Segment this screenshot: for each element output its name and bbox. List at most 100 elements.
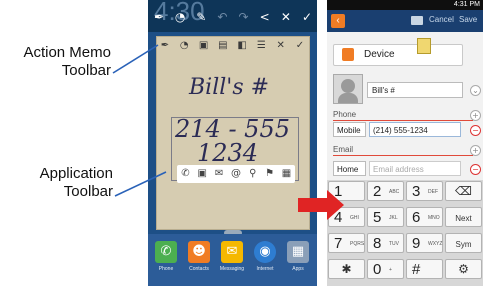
gear-icon: ⚙ xyxy=(458,262,469,276)
label-line-1: Action Memo xyxy=(23,44,111,61)
save-button[interactable]: Save xyxy=(459,15,477,24)
dock-item-apps[interactable]: ▦ Apps xyxy=(282,241,314,272)
email-address-field[interactable]: Email address xyxy=(369,161,461,176)
section-divider xyxy=(333,120,473,121)
key-6[interactable]: 6 MNO xyxy=(406,207,443,227)
device-icon xyxy=(342,48,354,61)
remove-phone-icon[interactable]: − xyxy=(470,125,481,136)
key-7[interactable]: 7 PQRS xyxy=(328,233,365,253)
redo-icon[interactable]: ↷ xyxy=(237,10,251,24)
account-selector[interactable]: Device xyxy=(333,44,463,66)
status-bar: 4:31 PM xyxy=(327,0,483,10)
back-icon[interactable]: ‹ xyxy=(331,14,345,28)
account-label: Device xyxy=(364,49,395,60)
contact-photo[interactable] xyxy=(333,74,363,104)
memo-icon[interactable]: ▤ xyxy=(217,40,229,52)
list-icon[interactable]: ☰ xyxy=(255,40,267,52)
pencil-icon[interactable]: ✎ xyxy=(194,10,208,24)
action-memo-toolbar-label: Action Memo Toolbar xyxy=(0,44,111,80)
app-dock: ✆ Phone ☻ Contacts ✉ Messaging ◉ Interne… xyxy=(148,234,317,286)
check-icon[interactable]: ✓ xyxy=(294,40,306,52)
name-field[interactable]: Bill's # xyxy=(367,82,463,98)
top-bar: 4:30 ✒ ◔ ✎ ↶ ↷ < ✕ ✓ xyxy=(148,0,317,32)
key-main: 3 xyxy=(412,183,421,200)
dock-item-internet[interactable]: ◉ Internet xyxy=(249,241,281,272)
key-5[interactable]: 5 JKL xyxy=(367,207,404,227)
key-main: 9 xyxy=(412,235,421,252)
key-hash[interactable]: # xyxy=(406,259,443,279)
key-9[interactable]: 9 WXYZ xyxy=(406,233,443,253)
contacts-icon[interactable]: ▣ xyxy=(196,168,208,180)
next-key[interactable]: Next xyxy=(445,207,482,227)
key-star[interactable]: ✱ xyxy=(328,259,365,279)
check-icon[interactable]: ✓ xyxy=(300,10,314,24)
pen-icon[interactable]: ✒ xyxy=(159,40,171,52)
lasso-icon[interactable]: ◔ xyxy=(178,40,190,52)
phone-type-select[interactable]: Mobile xyxy=(333,122,366,137)
phone-icon[interactable]: ✆ xyxy=(179,168,191,180)
undo-icon[interactable]: ↶ xyxy=(215,10,229,24)
key-main: 0 xyxy=(373,261,382,278)
search-icon[interactable]: ⚲ xyxy=(247,168,259,180)
cancel-button[interactable]: Cancel xyxy=(429,15,454,24)
share-icon[interactable]: < xyxy=(258,10,272,24)
key-sub: DEF xyxy=(428,189,438,195)
key-main: 5 xyxy=(373,209,382,226)
key-sub: PQRS xyxy=(350,241,365,247)
key-main: 8 xyxy=(373,235,382,252)
internet-icon[interactable]: @ xyxy=(230,168,242,180)
sym-key[interactable]: Sym xyxy=(445,233,482,253)
remove-email-icon[interactable]: − xyxy=(470,164,481,175)
dock-label: Phone xyxy=(158,266,174,272)
dock-item-contacts[interactable]: ☻ Contacts xyxy=(183,241,215,272)
key-main: 2 xyxy=(373,183,382,200)
image-icon[interactable]: ▣ xyxy=(198,40,210,52)
key-main: 1 xyxy=(334,183,343,200)
key-sub: JKL xyxy=(389,215,398,221)
lasso-icon[interactable]: ◔ xyxy=(173,10,187,24)
action-memo-screen: 4:30 ✒ ◔ ✎ ↶ ↷ < ✕ ✓ ✒ ◔ ▣ ▤ ◧ ☰ ✕ ✓ Bil… xyxy=(148,0,317,286)
settings-icon[interactable]: ◧ xyxy=(236,40,248,52)
key-main: 7 xyxy=(334,235,343,252)
memo-sticky-icon xyxy=(417,38,431,54)
email-icon[interactable]: ✉ xyxy=(213,168,225,180)
messaging-icon: ✉ xyxy=(221,241,243,263)
key-sub: + xyxy=(389,267,392,273)
key-2[interactable]: 2 ABC xyxy=(367,181,404,201)
action-bar: ‹ Cancel Save xyxy=(327,10,483,32)
more-icon[interactable]: ▦ xyxy=(280,168,292,180)
phone-number-field[interactable]: (214) 555-1234 xyxy=(369,122,461,137)
application-toolbar: ✆ ▣ ✉ @ ⚲ ⚑ ▦ xyxy=(177,165,295,183)
action-memo-toolbar: ✒ ◔ ▣ ▤ ◧ ☰ ✕ ✓ xyxy=(159,39,306,53)
label-line-2: Toolbar xyxy=(63,183,113,200)
key-4[interactable]: 4 GHI xyxy=(328,207,365,227)
phone-icon: ✆ xyxy=(155,241,177,263)
key-sub: TUV xyxy=(389,241,399,247)
email-section-title: Email xyxy=(333,145,354,154)
dock-item-phone[interactable]: ✆ Phone xyxy=(150,241,182,272)
label-line-2: Toolbar xyxy=(61,62,111,79)
key-8[interactable]: 8 TUV xyxy=(367,233,404,253)
key-1[interactable]: 1 xyxy=(328,181,365,201)
backspace-icon: ⌫ xyxy=(455,184,472,198)
expand-name-icon[interactable]: ⌄ xyxy=(470,85,481,96)
email-type-select[interactable]: Home xyxy=(333,161,366,176)
action-memo-note[interactable]: ✒ ◔ ▣ ▤ ◧ ☰ ✕ ✓ Bill's # 214 - 555 1234 … xyxy=(156,36,310,230)
backspace-key[interactable]: ⌫ xyxy=(445,181,482,201)
dock-label: Internet xyxy=(256,266,274,272)
apps-icon: ▦ xyxy=(287,241,309,263)
dock-item-messaging[interactable]: ✉ Messaging xyxy=(216,241,248,272)
pen-icon[interactable]: ✒ xyxy=(152,10,166,24)
key-3[interactable]: 3 DEF xyxy=(406,181,443,201)
star-icon: ✱ xyxy=(341,262,352,276)
phone-section-title: Phone xyxy=(333,110,357,119)
map-icon[interactable]: ⚑ xyxy=(264,168,276,180)
top-toolbar: ✒ ◔ ✎ ↶ ↷ < ✕ ✓ xyxy=(152,8,314,26)
close-icon[interactable]: ✕ xyxy=(279,10,293,24)
settings-key[interactable]: ⚙ xyxy=(445,259,482,279)
internet-icon: ◉ xyxy=(254,241,276,263)
key-main: Next xyxy=(455,214,472,223)
dock-label: Apps xyxy=(292,266,304,272)
close-icon[interactable]: ✕ xyxy=(275,40,287,52)
key-0[interactable]: 0 + xyxy=(367,259,404,279)
